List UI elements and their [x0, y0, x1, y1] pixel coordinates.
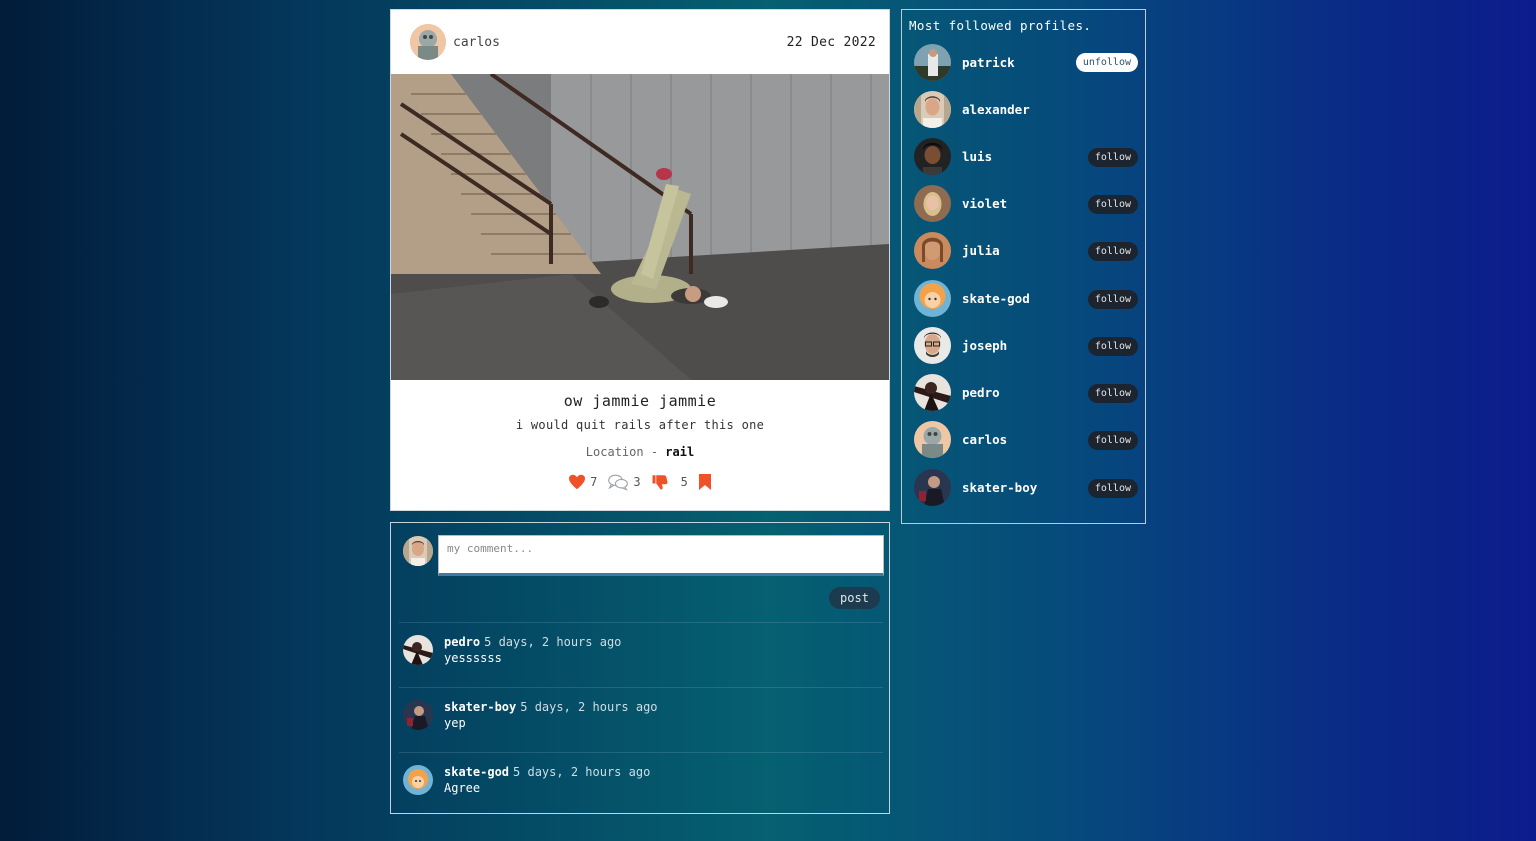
like-count: 7 — [590, 475, 598, 489]
profile-item-julia: julia follow — [914, 232, 1138, 270]
comment-item: pedro 5 days, 2 hours ago yessssss — [399, 622, 883, 687]
profile-name[interactable]: julia — [962, 243, 1000, 258]
follow-button[interactable]: follow — [1087, 431, 1138, 450]
follow-button[interactable]: follow — [1087, 337, 1138, 356]
profile-avatar[interactable] — [914, 327, 951, 364]
comment-username[interactable]: skate-god — [444, 765, 509, 779]
post-comment-button[interactable]: post — [829, 587, 880, 609]
profile-name[interactable]: luis — [962, 149, 992, 164]
post-title: ow jammie jammie — [563, 392, 717, 410]
profile-avatar[interactable] — [914, 138, 951, 175]
comment-meta: skate-god 5 days, 2 hours ago — [444, 765, 650, 779]
comments-section: post pedro 5 days, 2 hours ago yessssss s… — [390, 522, 890, 814]
heart-icon[interactable] — [568, 474, 586, 490]
current-user-avatar — [403, 536, 433, 566]
dislike-count: 5 — [680, 475, 688, 489]
profile-name[interactable]: alexander — [962, 102, 1030, 117]
profile-avatar[interactable] — [914, 280, 951, 317]
comment-item: skater-boy 5 days, 2 hours ago yep — [399, 687, 883, 752]
profile-item-pedro: pedro follow — [914, 374, 1138, 412]
comment-meta: skater-boy 5 days, 2 hours ago — [444, 700, 658, 714]
profile-item-skate-god: skate-god follow — [914, 280, 1138, 318]
post-image — [391, 74, 889, 380]
most-followed-profiles: Most followed profiles. patrick unfollow… — [901, 9, 1146, 524]
comment-username[interactable]: skater-boy — [444, 700, 516, 714]
follow-button[interactable]: follow — [1087, 242, 1138, 261]
profile-avatar[interactable] — [914, 91, 951, 128]
post-date: 22 Dec 2022 — [786, 34, 876, 50]
profile-avatar[interactable] — [914, 469, 951, 506]
post-card: carlos 22 Dec 2022 ow jammie jammie i wo… — [390, 9, 890, 511]
follow-button[interactable]: follow — [1087, 384, 1138, 403]
post-header: carlos 22 Dec 2022 — [391, 10, 889, 74]
follow-button[interactable]: follow — [1087, 148, 1138, 167]
post-author-name[interactable]: carlos — [453, 35, 500, 50]
profile-name[interactable]: skate-god — [962, 291, 1030, 306]
profile-item-skater-boy: skater-boy follow — [914, 469, 1138, 507]
comment-time: 5 days, 2 hours ago — [484, 635, 622, 649]
comment-meta: pedro 5 days, 2 hours ago — [444, 635, 621, 649]
post-location: Location - rail — [391, 445, 889, 459]
comment-time: 5 days, 2 hours ago — [513, 765, 651, 779]
unfollow-button[interactable]: unfollow — [1075, 53, 1138, 72]
post-location-value[interactable]: rail — [665, 445, 694, 459]
follow-button[interactable]: follow — [1087, 479, 1138, 498]
profile-avatar[interactable] — [914, 421, 951, 458]
comment-bubbles-icon[interactable] — [607, 473, 629, 491]
profile-name[interactable]: violet — [962, 196, 1007, 211]
post-location-label: Location - — [585, 445, 659, 459]
comment-text: yep — [444, 716, 466, 730]
profile-name[interactable]: pedro — [962, 385, 1000, 400]
thumbs-down-icon[interactable] — [651, 473, 669, 491]
comment-avatar[interactable] — [403, 635, 433, 665]
profile-item-alexander: alexander — [914, 91, 1138, 129]
comment-username[interactable]: pedro — [444, 635, 480, 649]
profile-item-carlos: carlos follow — [914, 421, 1138, 459]
profile-name[interactable]: carlos — [962, 432, 1007, 447]
follow-button[interactable]: follow — [1087, 290, 1138, 309]
comment-avatar[interactable] — [403, 700, 433, 730]
profile-item-luis: luis follow — [914, 138, 1138, 176]
comment-text: yessssss — [444, 651, 502, 665]
profile-item-joseph: joseph follow — [914, 327, 1138, 365]
profile-item-violet: violet follow — [914, 185, 1138, 223]
profile-item-patrick: patrick unfollow — [914, 44, 1138, 82]
comment-input[interactable] — [438, 535, 884, 576]
post-description: i would quit rails after this one — [515, 418, 765, 432]
comment-item: skate-god 5 days, 2 hours ago Agree — [399, 752, 883, 817]
comment-time: 5 days, 2 hours ago — [520, 700, 658, 714]
profiles-title: Most followed profiles. — [909, 18, 1092, 33]
comment-text: Agree — [444, 781, 481, 795]
bookmark-icon[interactable] — [698, 473, 712, 491]
comment-avatar[interactable] — [403, 765, 433, 795]
comment-count: 3 — [633, 475, 641, 489]
post-author-avatar[interactable] — [410, 24, 446, 60]
post-actions: 7 3 5 — [391, 473, 889, 491]
profile-name[interactable]: skater-boy — [962, 480, 1037, 495]
profile-avatar[interactable] — [914, 185, 951, 222]
profile-avatar[interactable] — [914, 232, 951, 269]
profile-avatar[interactable] — [914, 374, 951, 411]
profile-name[interactable]: joseph — [962, 338, 1007, 353]
profile-name[interactable]: patrick — [962, 55, 1015, 70]
profile-avatar[interactable] — [914, 44, 951, 81]
follow-button[interactable]: follow — [1087, 195, 1138, 214]
